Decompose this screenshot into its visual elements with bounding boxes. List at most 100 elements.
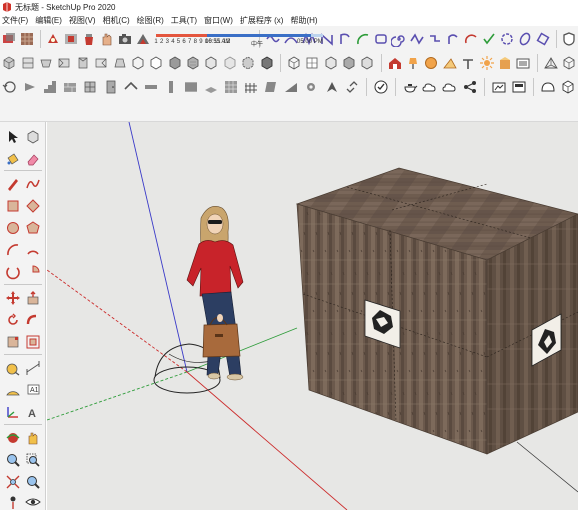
zoom-mouse-button[interactable] xyxy=(21,77,39,97)
menu-extensions[interactable]: 扩展程序 (x) xyxy=(240,15,284,26)
door-button[interactable] xyxy=(101,77,119,97)
stripes-button[interactable] xyxy=(182,77,200,97)
menu-file[interactable]: 文件(F) xyxy=(2,15,28,26)
section-plane-button[interactable] xyxy=(45,29,61,49)
skewed-button[interactable] xyxy=(262,77,280,97)
menu-tools[interactable]: 工具(T) xyxy=(171,15,197,26)
corner-button[interactable] xyxy=(427,29,443,49)
gear-tool-button[interactable] xyxy=(302,77,320,97)
share-button[interactable] xyxy=(461,77,479,97)
shield-button[interactable] xyxy=(561,29,577,49)
styles-button[interactable] xyxy=(135,29,151,49)
freehand-button[interactable] xyxy=(23,174,42,193)
menu-help[interactable]: 帮助(H) xyxy=(290,15,317,26)
orbit-tool-button[interactable] xyxy=(3,428,22,447)
ramp-button[interactable] xyxy=(282,77,300,97)
line-tool-button[interactable] xyxy=(3,174,22,193)
back-edges-button[interactable] xyxy=(240,53,256,73)
monochrome-button[interactable] xyxy=(203,53,219,73)
grid-button[interactable] xyxy=(304,53,320,73)
pan-tool-button[interactable] xyxy=(23,428,42,447)
teapot-button[interactable] xyxy=(401,77,419,97)
cube-button[interactable] xyxy=(559,77,577,97)
tile-button[interactable] xyxy=(222,77,240,97)
zigzag2-button[interactable] xyxy=(409,29,425,49)
view-top-button[interactable] xyxy=(38,53,54,73)
spiral-button[interactable] xyxy=(390,29,407,49)
make-component-button[interactable] xyxy=(23,127,42,146)
zoom-window-button[interactable] xyxy=(23,450,42,469)
warehouse-button[interactable] xyxy=(386,53,402,73)
arc-button[interactable] xyxy=(355,29,371,49)
previous-view-button[interactable] xyxy=(23,472,42,491)
offset-tool-button[interactable] xyxy=(23,332,42,351)
move-tool-button[interactable] xyxy=(3,288,22,307)
sun-button[interactable] xyxy=(478,53,494,73)
hidden-line-button[interactable] xyxy=(148,53,164,73)
zoom-extents-button[interactable] xyxy=(3,472,22,491)
layout-button[interactable] xyxy=(510,77,528,97)
dome-button[interactable] xyxy=(539,77,557,97)
view-bottom-button[interactable] xyxy=(111,53,127,73)
camera-button[interactable] xyxy=(117,29,133,49)
rotated-rect-button[interactable] xyxy=(535,29,551,49)
paint-bucket-button[interactable] xyxy=(3,149,22,168)
menu-camera[interactable]: 相机(C) xyxy=(103,15,130,26)
validate-button[interactable] xyxy=(372,77,390,97)
shadow-month-slider[interactable]: 1 2 3 4 5 6 7 8 9 10 11 12 xyxy=(154,28,269,50)
text-tool-button[interactable]: A1 xyxy=(23,380,42,399)
dimension-button[interactable] xyxy=(23,358,42,377)
textured-button[interactable] xyxy=(185,53,201,73)
pyramid-button[interactable] xyxy=(542,53,558,73)
polygon-tool-button[interactable] xyxy=(23,218,42,237)
lamp-button[interactable] xyxy=(405,53,421,73)
column-button[interactable] xyxy=(162,77,180,97)
box-sun-button[interactable] xyxy=(497,53,513,73)
slab-button[interactable] xyxy=(202,77,220,97)
view-iso-button[interactable] xyxy=(1,53,17,73)
tape-measure-button[interactable] xyxy=(3,358,22,377)
position-camera-button[interactable] xyxy=(3,492,22,510)
stairs-button[interactable] xyxy=(41,77,59,97)
component-button[interactable] xyxy=(286,53,302,73)
hook-curve-button[interactable] xyxy=(337,29,353,49)
view-left-button[interactable] xyxy=(93,53,109,73)
3d-text-button[interactable]: A xyxy=(23,402,42,421)
menu-view[interactable]: 视图(V) xyxy=(69,15,96,26)
frame-button[interactable] xyxy=(515,53,531,73)
circle-tool-button[interactable] xyxy=(3,218,22,237)
bucket-button[interactable] xyxy=(81,29,97,49)
menu-draw[interactable]: 绘图(R) xyxy=(137,15,164,26)
pin-button[interactable] xyxy=(460,53,476,73)
shaded-box-button[interactable] xyxy=(341,53,357,73)
view-right-button[interactable] xyxy=(56,53,72,73)
orbit-button[interactable] xyxy=(1,77,19,97)
wireframe-button[interactable] xyxy=(130,53,146,73)
model-viewport[interactable] xyxy=(47,122,578,510)
axes-tool-button[interactable] xyxy=(3,402,22,421)
xray-button[interactable] xyxy=(222,53,238,73)
look-around-button[interactable] xyxy=(23,492,42,510)
freehand-arc-button[interactable] xyxy=(265,29,281,49)
zoom-tool-button[interactable] xyxy=(3,450,22,469)
arc-3pt-button[interactable] xyxy=(3,262,22,281)
rotated-rectangle-button[interactable] xyxy=(23,196,42,215)
rotate-tool-button[interactable] xyxy=(3,310,22,329)
arc2-button[interactable] xyxy=(463,29,479,49)
fog-button[interactable] xyxy=(19,29,35,49)
arc-2pt-button[interactable] xyxy=(23,240,42,259)
check-curve-button[interactable] xyxy=(481,29,497,49)
shadow-toggle-button[interactable] xyxy=(1,29,17,49)
coin-button[interactable] xyxy=(423,53,439,73)
dark-box-button[interactable] xyxy=(258,53,274,73)
protractor-button[interactable] xyxy=(442,53,458,73)
cube-split-button[interactable] xyxy=(322,53,338,73)
fence-button[interactable] xyxy=(242,77,260,97)
polygon-button[interactable] xyxy=(499,29,515,49)
section-cut-button[interactable] xyxy=(63,29,79,49)
wall-button[interactable] xyxy=(61,77,79,97)
shaded-button[interactable] xyxy=(167,53,183,73)
view-back-button[interactable] xyxy=(75,53,91,73)
menu-window[interactable]: 窗口(W) xyxy=(204,15,233,26)
cloud-gear-button[interactable] xyxy=(421,77,439,97)
